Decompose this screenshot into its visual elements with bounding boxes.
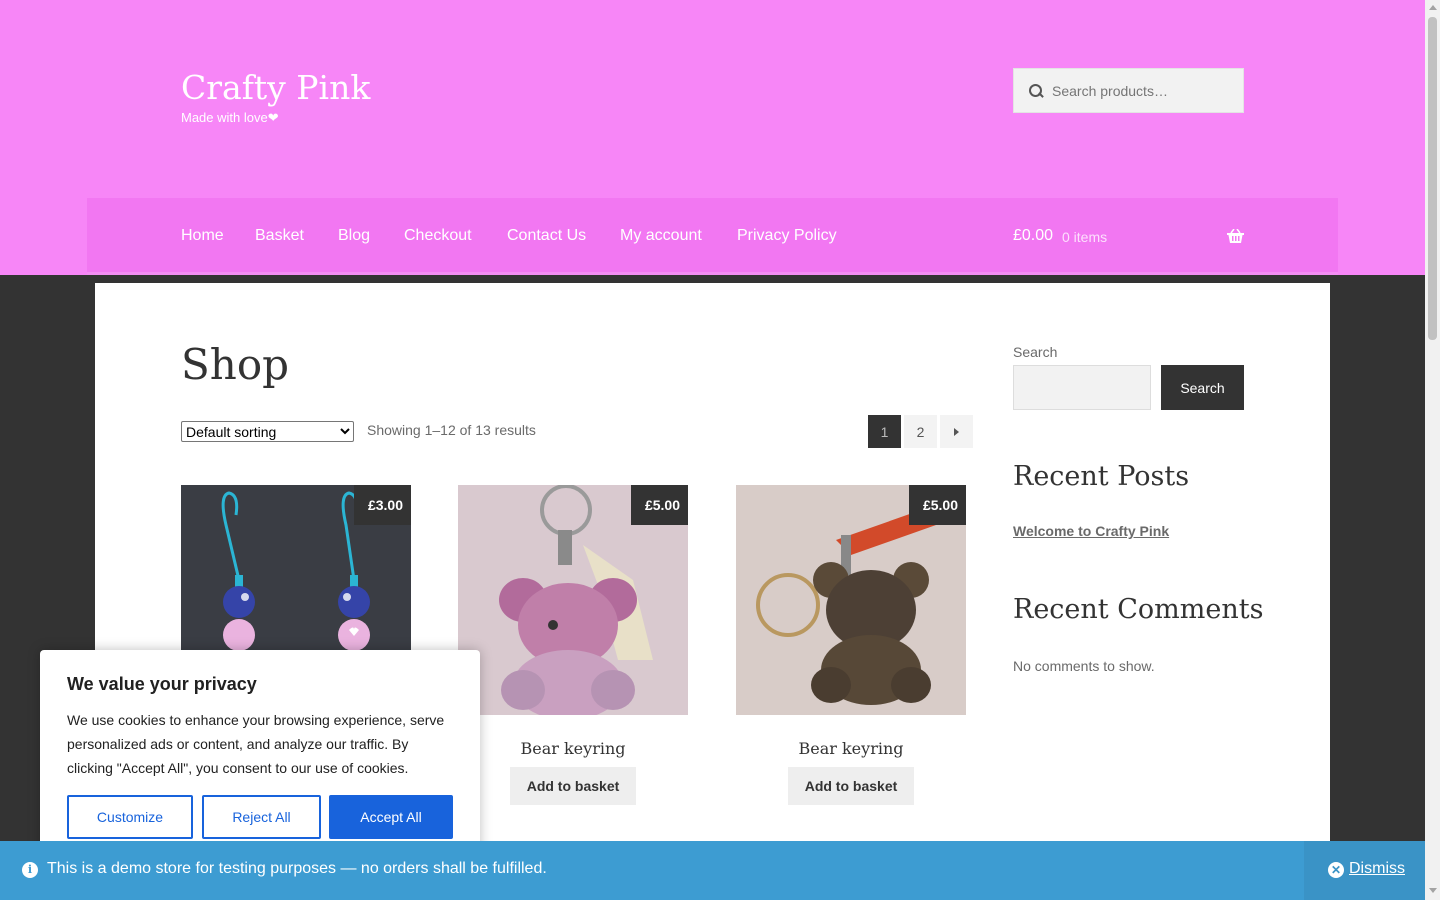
customize-button[interactable]: Customize [67, 795, 193, 839]
nav-contact-us[interactable]: Contact Us [507, 227, 586, 245]
sort-select[interactable]: Default sorting [181, 421, 354, 442]
primary-navigation: Home Basket Blog Checkout Contact Us My … [87, 198, 1338, 275]
nav-home[interactable]: Home [181, 227, 224, 245]
scrollbar-thumb[interactable] [1428, 17, 1437, 340]
sidebar-search-button[interactable]: Search [1161, 365, 1244, 410]
scroll-down-arrow-icon[interactable] [1429, 888, 1437, 893]
pagination: 1 2 [868, 415, 973, 448]
recent-posts-title: Recent Posts [1013, 461, 1190, 492]
site-tagline: Made with love❤ [181, 110, 279, 125]
page-2-button[interactable]: 2 [904, 415, 937, 448]
product-card: £5.00 Bear keyring Add to basket [736, 485, 966, 805]
product-name[interactable]: Bear keyring [736, 739, 966, 758]
dismiss-label[interactable]: Dismiss [1349, 860, 1405, 878]
info-icon: i [22, 862, 38, 878]
sidebar-search-label: Search [1013, 344, 1058, 360]
basket-icon[interactable] [1227, 229, 1244, 243]
demo-store-notice: i This is a demo store for testing purpo… [0, 841, 1425, 900]
page-scrollbar[interactable] [1425, 0, 1440, 900]
page-1-button[interactable]: 1 [868, 415, 901, 448]
site-title[interactable]: Crafty Pink [181, 68, 370, 107]
nav-privacy-policy[interactable]: Privacy Policy [737, 227, 837, 245]
no-comments-text: No comments to show. [1013, 658, 1155, 674]
cookie-title: We value your privacy [67, 674, 257, 694]
add-to-basket-button[interactable]: Add to basket [510, 767, 636, 805]
product-name[interactable]: Bear keyring [458, 739, 688, 758]
page-title: Shop [181, 340, 289, 389]
reject-all-button[interactable]: Reject All [202, 795, 321, 839]
product-card: £5.00 Bear keyring Add to basket [458, 485, 688, 805]
accept-all-button[interactable]: Accept All [329, 795, 453, 839]
scroll-up-arrow-icon[interactable] [1429, 5, 1437, 10]
next-page-button[interactable] [940, 415, 973, 448]
recent-comments-title: Recent Comments [1013, 594, 1264, 625]
price-badge: £3.00 [353, 485, 411, 525]
cart-total[interactable]: £0.00 [1013, 227, 1053, 245]
recent-post-link[interactable]: Welcome to Crafty Pink [1013, 523, 1169, 539]
nav-blog[interactable]: Blog [338, 227, 370, 245]
cart-count[interactable]: 0 items [1062, 229, 1107, 245]
product-search[interactable] [1013, 68, 1244, 113]
nav-checkout[interactable]: Checkout [404, 227, 472, 245]
notice-text: This is a demo store for testing purpose… [47, 860, 547, 877]
price-badge: £5.00 [908, 485, 966, 525]
close-icon: ✕ [1328, 862, 1344, 878]
pink-bear-keyring-photo[interactable]: £5.00 [458, 485, 688, 715]
dismiss-button[interactable]: ✕ Dismiss [1304, 841, 1425, 900]
price-badge: £5.00 [630, 485, 688, 525]
result-count: Showing 1–12 of 13 results [367, 422, 536, 438]
nav-basket[interactable]: Basket [255, 227, 304, 245]
sidebar-search-input[interactable] [1013, 365, 1151, 410]
product-search-input[interactable] [1052, 82, 1232, 99]
search-icon [1029, 83, 1043, 98]
cookie-text: We use cookies to enhance your browsing … [67, 712, 445, 776]
bronze-bear-keyring-photo[interactable]: £5.00 [736, 485, 966, 715]
cookie-consent-banner: We value your privacy We use cookies to … [40, 650, 480, 860]
add-to-basket-button[interactable]: Add to basket [788, 767, 914, 805]
nav-my-account[interactable]: My account [620, 227, 702, 245]
